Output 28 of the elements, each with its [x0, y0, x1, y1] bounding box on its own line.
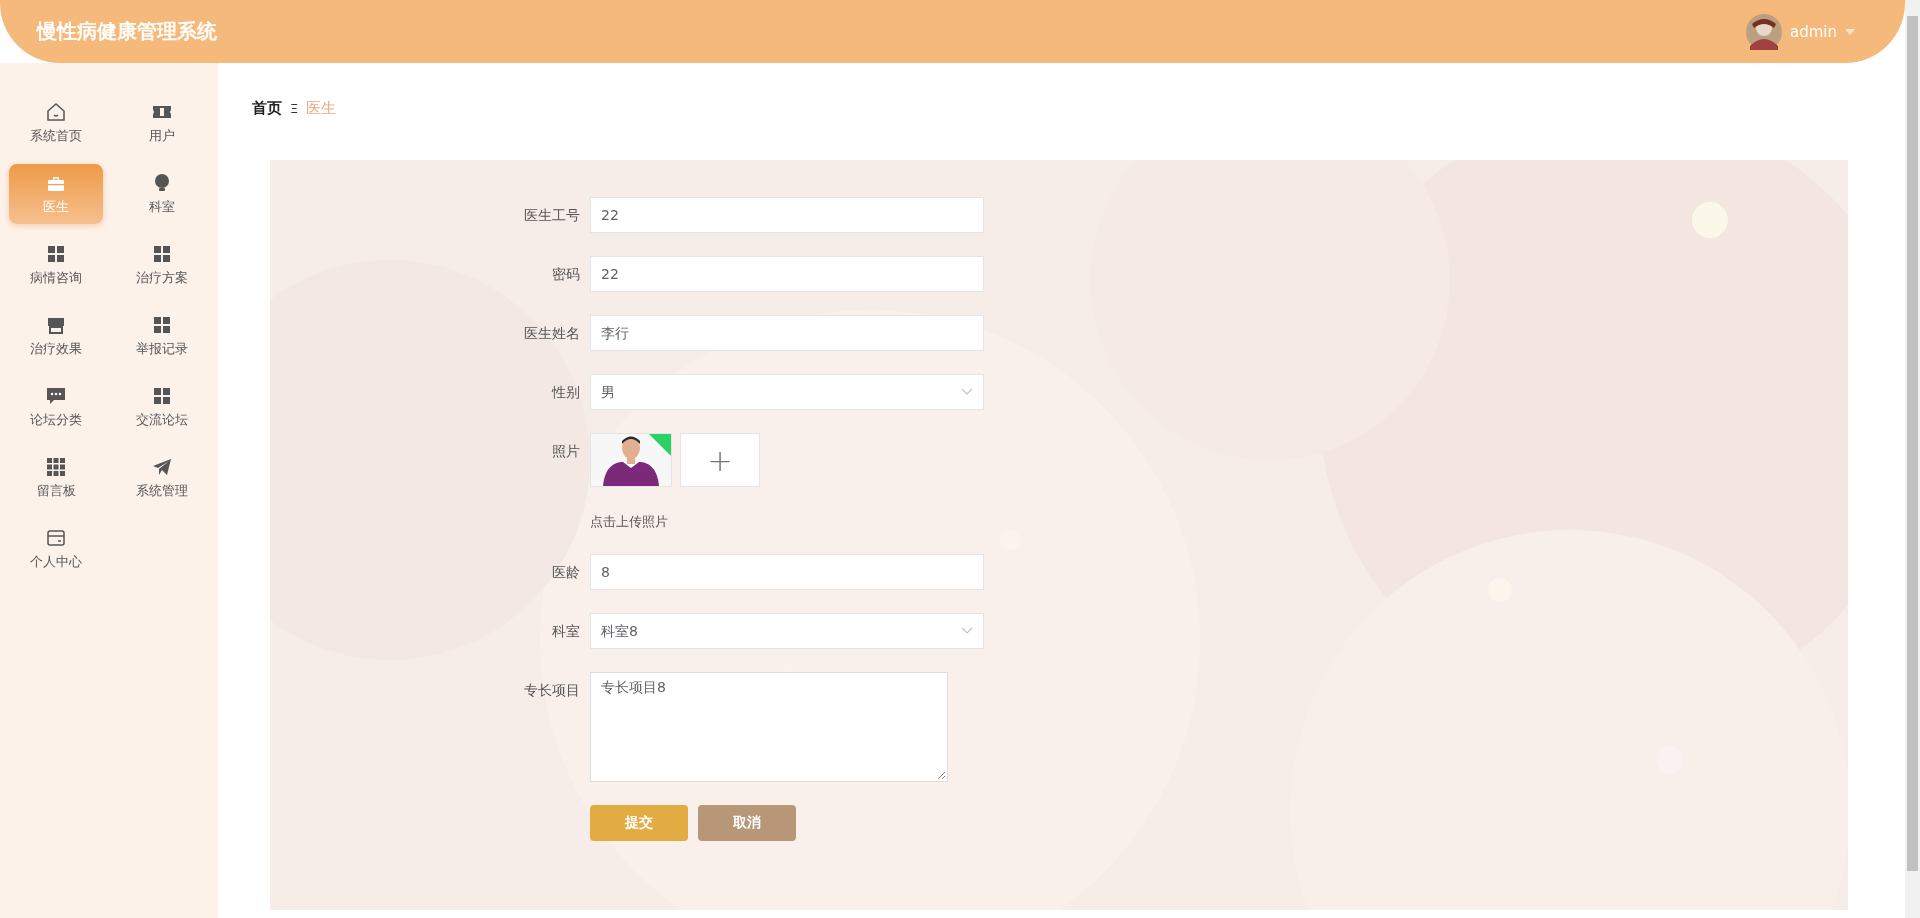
- sidebar-item[interactable]: 举报记录: [115, 306, 209, 366]
- sidebar-item[interactable]: 用户: [115, 93, 209, 153]
- card-icon: [46, 527, 66, 548]
- grid-icon: [152, 314, 172, 335]
- breadcrumb-separator: Ξ: [290, 100, 299, 116]
- sidebar-item[interactable]: 系统首页: [9, 93, 103, 153]
- scrollbar[interactable]: [1905, 0, 1920, 918]
- apps-icon: [46, 456, 66, 477]
- plane-icon: [152, 456, 172, 477]
- home-icon: [46, 101, 66, 122]
- sidebar-item[interactable]: 论坛分类: [9, 377, 103, 437]
- grid-icon: [46, 243, 66, 264]
- chat-icon: [46, 385, 66, 406]
- sidebar-item[interactable]: 留言板: [9, 448, 103, 508]
- sidebar-item[interactable]: 个人中心: [9, 519, 103, 579]
- caret-icon[interactable]: [1845, 28, 1855, 35]
- breadcrumb-home[interactable]: 首页: [252, 98, 282, 118]
- sidebar-item[interactable]: 治疗效果: [9, 306, 103, 366]
- grid-icon: [152, 243, 172, 264]
- grid-icon: [152, 385, 172, 406]
- sidebar-item[interactable]: 交流论坛: [115, 377, 209, 437]
- sidebar-item[interactable]: 系统管理: [115, 448, 209, 508]
- sidebar-item[interactable]: 治疗方案: [115, 235, 209, 295]
- sidebar-item[interactable]: 病情咨询: [9, 235, 103, 295]
- sidebar-item[interactable]: 科室: [115, 164, 209, 224]
- breadcrumb-current: 医生: [306, 98, 337, 118]
- app-title: 慢性病健康管理系统: [37, 18, 217, 45]
- bulb-icon: [152, 172, 172, 193]
